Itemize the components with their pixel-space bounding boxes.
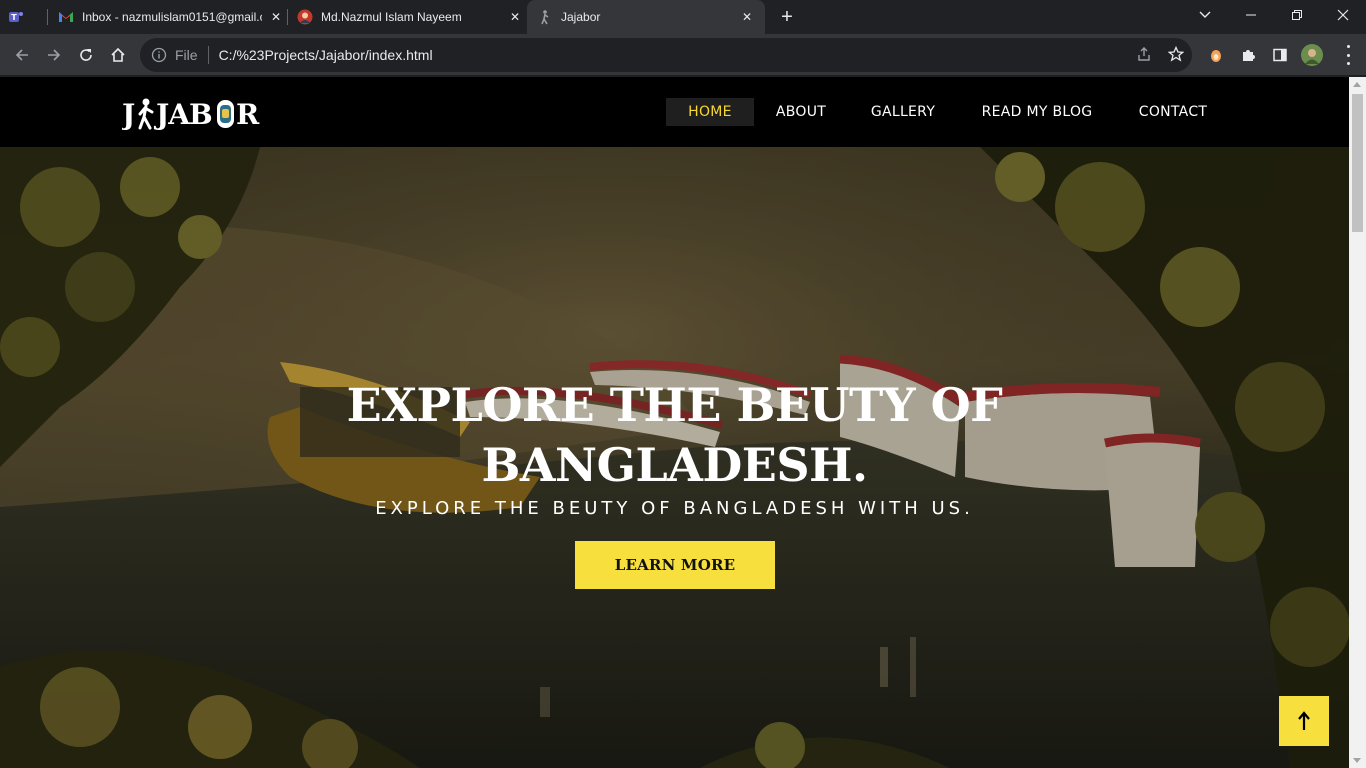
scroll-to-top-button[interactable] [1279,696,1329,746]
address-bar[interactable]: File C:/%23Projects/Jajabor/index.html [140,38,1192,72]
tab-title: Jajabor [561,10,601,24]
tab-jajabor[interactable]: Jajabor ✕ [527,0,765,34]
logo-graphic: J JAB R [122,98,261,130]
restore-icon[interactable] [1274,0,1320,30]
close-icon[interactable]: ✕ [739,9,755,25]
back-icon[interactable] [10,43,34,67]
tab-strip: T Inbox - nazmulislam0151@gmail.com ✕ Md… [0,0,1366,34]
tab-gmail[interactable]: Inbox - nazmulislam0151@gmail.com ✕ [58,0,284,34]
arrow-up-icon [1298,711,1310,730]
more-menu-icon[interactable] [1345,45,1351,65]
learn-more-button[interactable]: LEARN MORE [575,541,775,589]
hiker-icon [537,9,553,25]
tab-title: Inbox - nazmulislam0151@gmail.com [82,10,262,24]
hero-title: EXPLORE THE BEUTY OF BANGLADESH. [346,378,1003,492]
site-navbar: J JAB R HOME ABOUT GALLERY READ MY BLOG … [0,77,1349,147]
tab-search-icon[interactable] [1182,0,1228,30]
share-icon[interactable] [1133,43,1155,65]
scrollbar-thumb[interactable] [1352,94,1363,232]
side-panel-icon[interactable] [1268,43,1292,67]
file-label: File [175,47,198,63]
nav-about[interactable]: ABOUT [760,98,842,126]
reload-icon[interactable] [74,43,98,67]
nav-gallery[interactable]: GALLERY [856,98,950,126]
home-icon[interactable] [106,43,130,67]
close-window-icon[interactable] [1320,0,1366,30]
hero-section: EXPLORE THE BEUTY OF BANGLADESH. EXPLORE… [0,147,1349,768]
site-logo[interactable]: J JAB R [122,96,264,130]
minimize-icon[interactable] [1228,0,1274,30]
tab-profile[interactable]: Md.Nazmul Islam Nayeem ✕ [297,0,523,34]
forward-icon[interactable] [42,43,66,67]
avatar[interactable] [1300,43,1324,67]
svg-text:J: J [122,98,135,130]
nav-contact[interactable]: CONTACT [1124,98,1222,126]
svg-text:R: R [236,98,260,130]
puzzle-icon[interactable] [1236,43,1260,67]
tab-teams[interactable]: T [8,0,46,34]
nav-home[interactable]: HOME [666,98,754,126]
extension-icon[interactable] [1204,43,1228,67]
scroll-up-icon[interactable] [1353,82,1361,87]
tab-title: Md.Nazmul Islam Nayeem [321,10,462,24]
tab-separator [47,9,48,25]
svg-text:JAB: JAB [153,98,212,130]
browser-toolbar: File C:/%23Projects/Jajabor/index.html [0,34,1366,76]
page-viewport: J JAB R HOME ABOUT GALLERY READ MY BLOG … [0,77,1349,768]
gmail-icon [58,9,74,25]
url-text[interactable]: C:/%23Projects/Jajabor/index.html [219,47,433,63]
bookmark-star-icon[interactable] [1165,43,1187,65]
hero-subtitle: EXPLORE THE BEUTY OF BANGLADESH WITH US. [375,498,974,519]
page-scrollbar[interactable] [1349,77,1366,768]
nav-read-my-blog[interactable]: READ MY BLOG [966,98,1108,126]
profile-icon [297,9,313,25]
close-icon[interactable]: ✕ [507,9,523,25]
divider [207,46,209,64]
close-icon[interactable]: ✕ [268,9,284,25]
tab-separator [287,9,288,25]
svg-text:T: T [11,13,17,22]
info-icon[interactable] [151,47,167,63]
new-tab-icon[interactable]: + [776,6,798,28]
scroll-down-icon[interactable] [1353,758,1361,763]
teams-icon: T [8,9,24,25]
